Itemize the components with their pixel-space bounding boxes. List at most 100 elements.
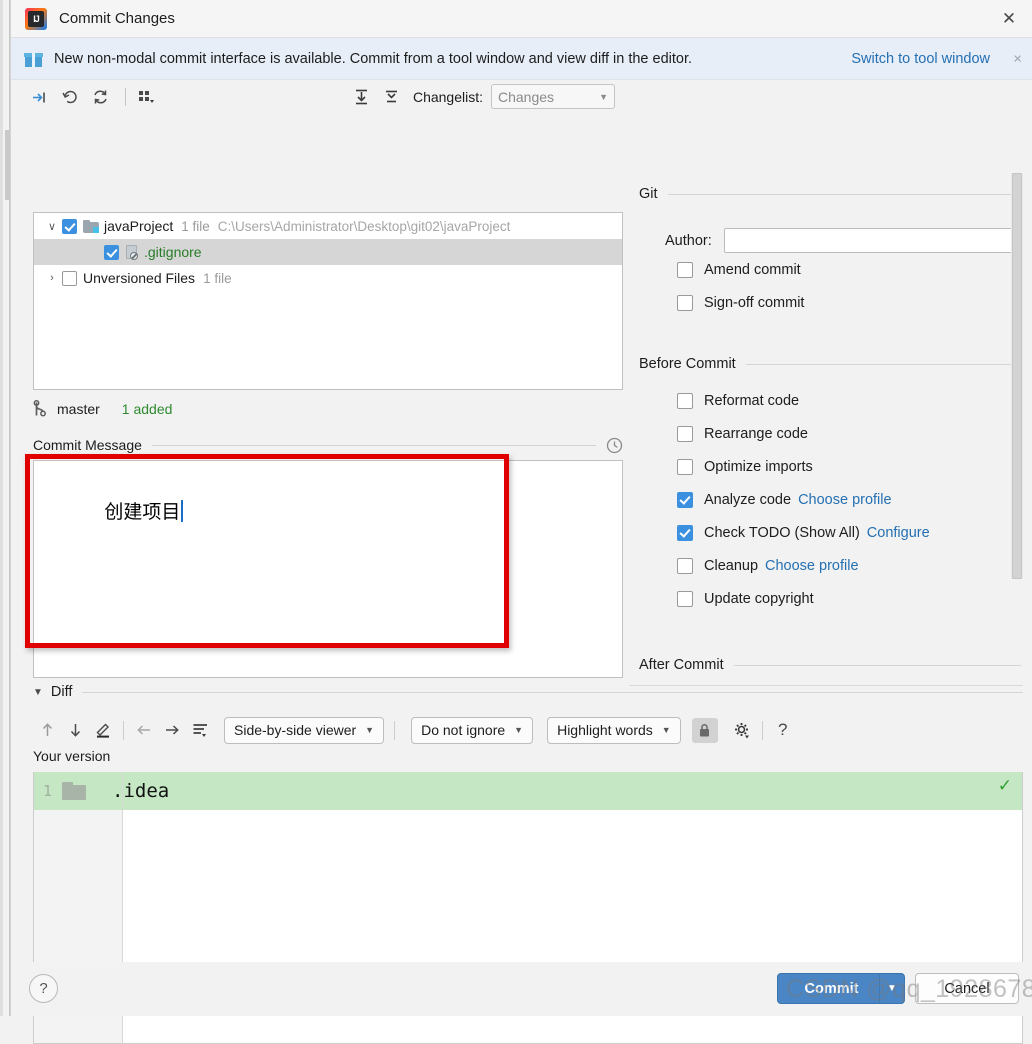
cleanup-checkbox[interactable] <box>677 557 693 574</box>
diff-highlight-dropdown[interactable]: Highlight words ▼ <box>547 716 681 744</box>
collapse-all-icon[interactable] <box>379 85 405 109</box>
notification-bar: New non-modal commit interface is availa… <box>11 38 1032 80</box>
text-caret <box>181 500 183 522</box>
expand-all-icon[interactable] <box>349 85 375 109</box>
section-divider <box>151 444 596 446</box>
diff-ignore-value: Do not ignore <box>421 722 506 738</box>
arrow-right-icon[interactable] <box>158 717 186 743</box>
switch-to-tool-window-link[interactable]: Switch to tool window <box>851 51 990 67</box>
tree-row-name: Unversioned Files <box>83 270 196 286</box>
diff-ignore-dropdown[interactable]: Do not ignore ▼ <box>411 716 534 744</box>
commit-message-value: 创建项目 <box>104 501 181 523</box>
update-copyright-checkbox[interactable] <box>677 590 693 607</box>
author-field[interactable] <box>723 228 1021 253</box>
question-mark-icon[interactable]: ? <box>769 717 797 743</box>
notification-close-icon[interactable]: × <box>1013 50 1022 67</box>
tree-expand-icon[interactable]: › <box>42 272 62 284</box>
tree-row-checkbox[interactable] <box>62 270 77 286</box>
help-button[interactable]: ? <box>29 974 58 1003</box>
optimize-imports-option[interactable]: Optimize imports <box>639 450 1021 483</box>
rearrange-code-checkbox[interactable] <box>677 425 693 442</box>
amend-commit-checkbox[interactable] <box>677 261 693 278</box>
after-commit-title: After Commit <box>639 657 724 673</box>
diff-collapse-icon[interactable]: ▼ <box>33 687 43 698</box>
before-commit-title: Before Commit <box>639 356 736 372</box>
commit-button[interactable]: Commit ▼ <box>777 973 905 1004</box>
diff-toolbar: Side-by-side viewer ▼ Do not ignore ▼ Hi… <box>33 714 1023 746</box>
diff-line-added[interactable]: 1 .idea ✓ <box>34 772 1022 810</box>
refresh-icon[interactable] <box>87 85 113 109</box>
options-scrollbar[interactable] <box>1011 173 1023 579</box>
rearrange-code-label: Rearrange code <box>704 425 808 442</box>
changelist-dropdown[interactable]: Changes ▼ <box>491 84 615 109</box>
check-todo-checkbox[interactable] <box>677 524 693 541</box>
commit-button-label: Commit <box>804 980 859 997</box>
optimize-imports-checkbox[interactable] <box>677 458 693 475</box>
before-commit-header: Before Commit <box>639 354 1021 374</box>
signoff-commit-checkbox[interactable] <box>677 294 693 311</box>
toolbar-divider <box>761 720 763 740</box>
close-icon[interactable]: ✕ <box>986 0 1032 38</box>
before-commit-group: Before Commit Reformat code Rearrange co… <box>639 354 1021 615</box>
rearrange-code-option[interactable]: Rearrange code <box>639 417 1021 450</box>
dialog-body: Changelist: Changes ▼ ∨ javaProject 1 fi… <box>11 80 1032 1044</box>
diff-title: Diff <box>50 684 73 700</box>
tree-expand-icon[interactable]: ∨ <box>42 220 62 233</box>
update-copyright-label: Update copyright <box>704 590 814 607</box>
dialog-title: Commit Changes <box>59 10 175 27</box>
reformat-code-option[interactable]: Reformat code <box>639 384 1021 417</box>
table-row[interactable]: › Unversioned Files 1 file <box>34 265 622 291</box>
git-branch-icon <box>33 400 49 418</box>
signoff-commit-option[interactable]: Sign-off commit <box>639 286 1021 319</box>
check-todo-option[interactable]: Check TODO (Show All) Configure <box>639 516 1021 549</box>
arrow-up-icon[interactable] <box>33 717 61 743</box>
group-by-icon[interactable] <box>134 85 160 109</box>
analyze-code-option[interactable]: Analyze code Choose profile <box>639 483 1021 516</box>
branch-name: master <box>57 401 100 417</box>
arrow-down-icon[interactable] <box>61 717 89 743</box>
chevron-down-icon: ▼ <box>514 725 524 735</box>
analyze-code-checkbox[interactable] <box>677 491 693 508</box>
commit-options-panel: Git Author: Amend commit Sign-off commit <box>629 80 1032 673</box>
diff-viewer-dropdown[interactable]: Side-by-side viewer ▼ <box>224 716 385 744</box>
reformat-code-label: Reformat code <box>704 392 800 409</box>
table-row[interactable]: .gitignore <box>34 239 622 265</box>
changes-panel: Changelist: Changes ▼ ∨ javaProject 1 fi… <box>11 80 623 678</box>
changes-file-tree[interactable]: ∨ javaProject 1 file C:\Users\Administra… <box>33 212 623 390</box>
tree-row-path: C:\Users\Administrator\Desktop\git02\jav… <box>217 218 511 234</box>
collapse-arrows-icon[interactable] <box>27 85 53 109</box>
cleanup-profile-link[interactable]: Choose profile <box>765 558 859 574</box>
diff-highlight-value: Highlight words <box>557 722 653 738</box>
check-todo-configure-link[interactable]: Configure <box>867 525 930 541</box>
analyze-code-profile-link[interactable]: Choose profile <box>798 492 892 508</box>
diff-lines-icon[interactable] <box>186 717 214 743</box>
lock-icon[interactable] <box>691 717 718 743</box>
branch-status-bar: master 1 added <box>33 396 623 422</box>
tree-row-checkbox[interactable] <box>62 218 77 234</box>
update-copyright-option[interactable]: Update copyright <box>639 582 1021 615</box>
toolbar-divider <box>394 720 396 740</box>
cleanup-option[interactable]: Cleanup Choose profile <box>639 549 1021 582</box>
cancel-button[interactable]: Cancel <box>915 973 1019 1004</box>
commit-message-label: Commit Message <box>33 437 142 453</box>
revert-icon[interactable] <box>57 85 83 109</box>
arrow-left-icon[interactable] <box>130 717 158 743</box>
pencil-icon[interactable] <box>89 717 117 743</box>
gear-icon[interactable] <box>728 717 756 743</box>
clock-icon[interactable] <box>606 437 623 454</box>
notification-message: New non-modal commit interface is availa… <box>54 50 693 67</box>
git-options-group: Git Author: Amend commit Sign-off commit <box>639 184 1021 319</box>
amend-commit-option[interactable]: Amend commit <box>639 253 1021 286</box>
tree-row-name: .gitignore <box>144 244 202 260</box>
table-row[interactable]: ∨ javaProject 1 file C:\Users\Administra… <box>34 213 622 239</box>
reformat-code-checkbox[interactable] <box>677 392 693 409</box>
chevron-down-icon: ▼ <box>599 91 608 102</box>
commit-message-input[interactable]: 创建项目 <box>33 460 623 678</box>
tree-row-checkbox[interactable] <box>104 244 119 260</box>
toolbar-divider <box>123 720 124 740</box>
author-row: Author: <box>639 228 1021 253</box>
background-window-edge <box>0 0 10 1016</box>
scrollbar-thumb[interactable] <box>1012 173 1022 579</box>
chevron-down-icon[interactable]: ▼ <box>880 983 904 994</box>
chevron-down-icon: ▼ <box>661 725 671 735</box>
